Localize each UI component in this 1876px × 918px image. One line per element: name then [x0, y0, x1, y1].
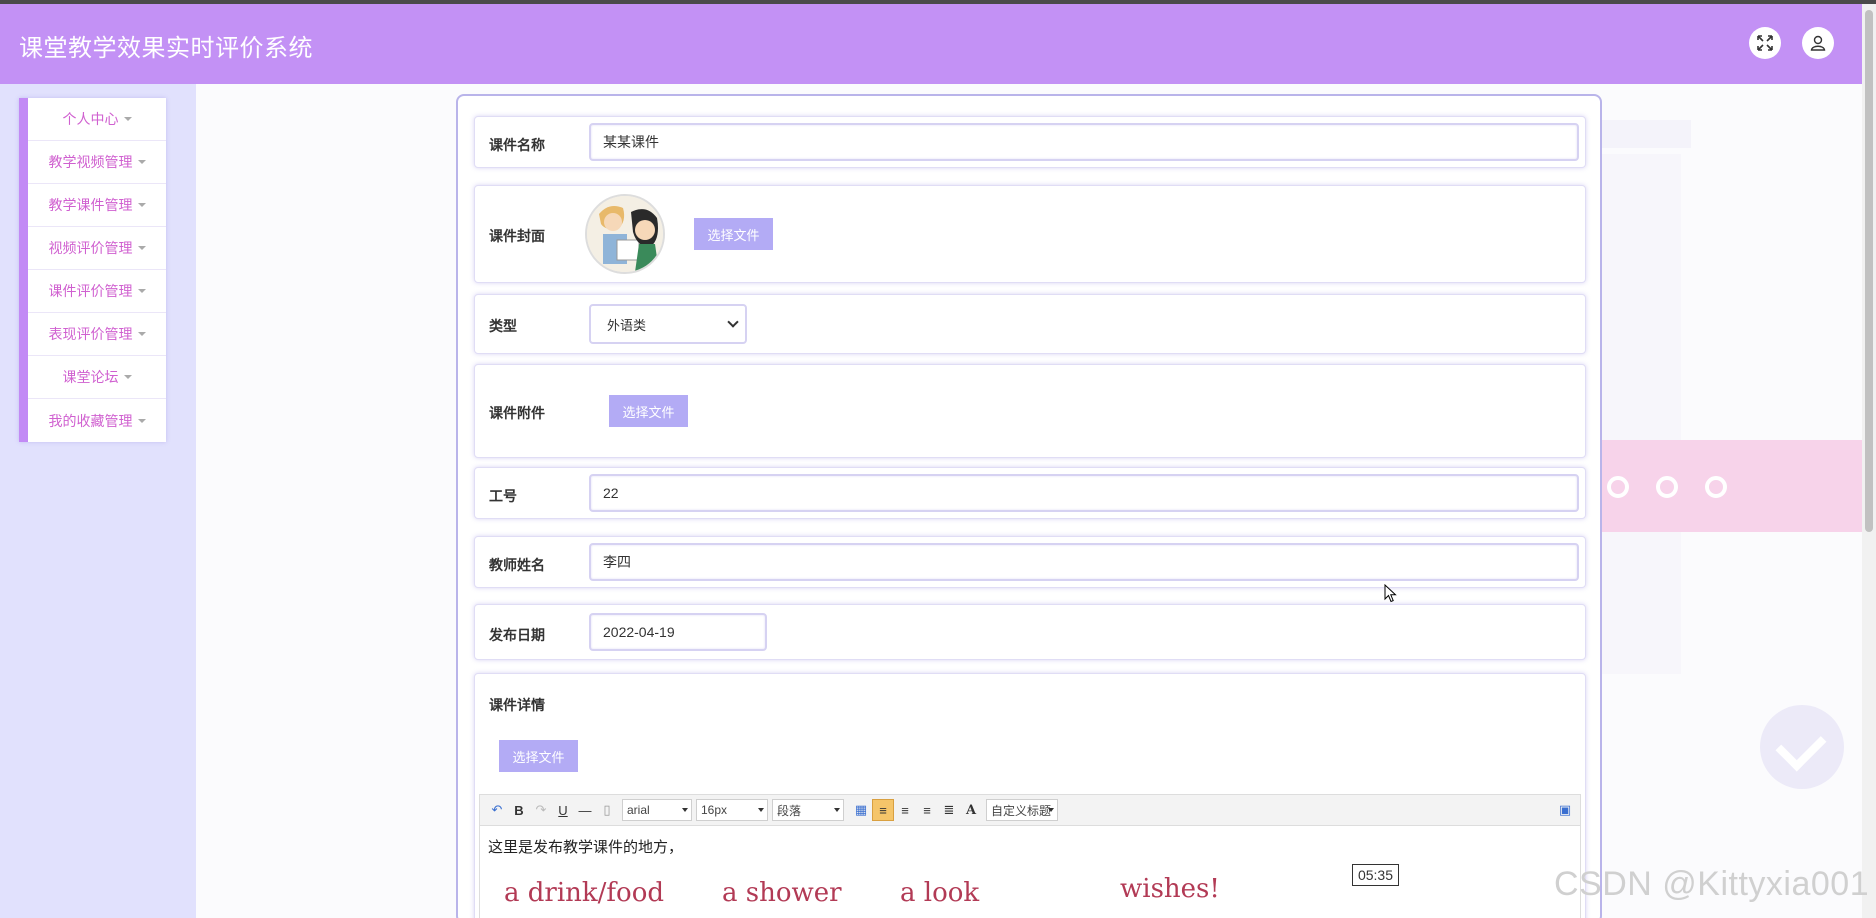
- details-label: 课件详情: [489, 697, 545, 713]
- courseware-name-label: 课件名称: [489, 137, 545, 153]
- carousel-dot: [1705, 476, 1727, 498]
- caret-down-icon: [123, 375, 132, 379]
- caret-down-icon: [137, 246, 146, 250]
- carousel-dot: [1656, 476, 1678, 498]
- sidebar-menu: 个人中心 教学视频管理 教学课件管理 视频评价管理 课件评价管理 表现评价管理 …: [19, 98, 166, 442]
- page-scrollbar[interactable]: [1862, 4, 1876, 918]
- job-number-label: 工号: [489, 488, 517, 504]
- details-choose-file-button[interactable]: 选择文件: [499, 740, 578, 772]
- rich-text-editor[interactable]: 这里是发布教学课件的地方， a drink/food a shower a lo…: [479, 826, 1581, 918]
- sidebar-item-favorites[interactable]: 我的收藏管理: [28, 399, 166, 442]
- blank-page-icon[interactable]: ▯: [596, 799, 618, 821]
- image-word: wishes!: [1120, 874, 1220, 904]
- sidebar-item-personal-center[interactable]: 个人中心: [28, 98, 166, 141]
- cover-choose-file-button[interactable]: 选择文件: [694, 218, 773, 250]
- image-word: a shower: [722, 878, 842, 908]
- align-right-icon[interactable]: ≡: [894, 799, 916, 821]
- image-word: a look: [900, 878, 980, 908]
- form-row-attachment: 课件附件 选择文件: [474, 364, 1586, 458]
- underline-icon[interactable]: U: [552, 799, 574, 821]
- rich-text-toolbar: ↶ B ↷ U — ▯ arial 16px 段落 ▦ ≡ ≡ ≡ ≣ A 自定…: [479, 794, 1581, 826]
- caret-down-icon: [137, 332, 146, 336]
- paragraph-select[interactable]: 段落: [772, 799, 844, 821]
- custom-title-select[interactable]: 自定义标题: [986, 799, 1058, 821]
- font-family-select[interactable]: arial: [622, 799, 692, 821]
- align-justify-icon[interactable]: ≣: [938, 799, 960, 821]
- caret-down-icon: [137, 289, 146, 293]
- chevron-down-icon: [834, 808, 840, 812]
- undo-icon[interactable]: ↶: [486, 799, 508, 821]
- form-row-teacher-name: 教师姓名 李四: [474, 536, 1586, 588]
- horizontal-rule-icon[interactable]: —: [574, 799, 596, 821]
- cover-label: 课件封面: [489, 228, 545, 244]
- chevron-down-icon: [758, 808, 764, 812]
- form-row-type: 类型 外语类: [474, 294, 1586, 354]
- caret-down-icon: [137, 418, 146, 423]
- sidebar-item-video-management[interactable]: 教学视频管理: [28, 141, 166, 184]
- user-icon: [1810, 35, 1826, 51]
- type-select[interactable]: 外语类: [589, 304, 747, 344]
- caret-down-icon: [123, 117, 132, 121]
- image-word: a drink/food: [504, 878, 664, 908]
- teacher-name-input[interactable]: 李四: [589, 543, 1579, 581]
- carousel-dot: [1607, 476, 1629, 498]
- editor-content-text: 这里是发布教学课件的地方，: [488, 839, 684, 856]
- form-row-job-number: 工号 22: [474, 467, 1586, 519]
- table-icon[interactable]: ▦: [850, 799, 872, 821]
- form-row-cover: 课件封面 选择文件: [474, 185, 1586, 283]
- fullscreen-editor-icon[interactable]: ▣: [1554, 799, 1576, 821]
- expand-icon: [1757, 35, 1773, 51]
- publish-date-label: 发布日期: [489, 627, 545, 643]
- courseware-form-panel: 课件名称 某某课件 课件封面 选择文件 类型 外语类 课件附件 选择文件 工号 …: [456, 94, 1602, 918]
- type-label: 类型: [489, 318, 517, 334]
- chevron-down-icon: [682, 808, 688, 812]
- form-row-name: 课件名称 某某课件: [474, 116, 1586, 168]
- fullscreen-button[interactable]: [1749, 27, 1781, 59]
- attachment-choose-file-button[interactable]: 选择文件: [609, 395, 688, 427]
- sidebar-item-forum[interactable]: 课堂论坛: [28, 356, 166, 399]
- form-row-publish-date: 发布日期 2022-04-19: [474, 604, 1586, 660]
- font-color-icon[interactable]: A: [960, 799, 982, 821]
- bold-icon[interactable]: B: [508, 799, 530, 821]
- align-left-icon[interactable]: ≡: [872, 799, 894, 821]
- cartoon-cover-image: [587, 196, 663, 272]
- caret-down-icon: [137, 203, 146, 207]
- attachment-label: 课件附件: [489, 405, 545, 421]
- font-size-select[interactable]: 16px: [696, 799, 768, 821]
- form-row-details: 课件详情 选择文件 ↶ B ↷ U — ▯ arial 16px 段落 ▦ ≡ …: [474, 673, 1586, 918]
- chevron-down-icon: [1048, 808, 1054, 812]
- chevron-down-icon: [727, 316, 739, 328]
- job-number-input[interactable]: 22: [589, 474, 1579, 512]
- csdn-watermark: CSDN @Kittyxia001: [1554, 865, 1870, 903]
- user-button[interactable]: [1802, 27, 1834, 59]
- sidebar-item-video-evaluation[interactable]: 视频评价管理: [28, 227, 166, 270]
- sidebar-item-courseware-management[interactable]: 教学课件管理: [28, 184, 166, 227]
- app-header: 课堂教学效果实时评价系统: [0, 4, 1862, 84]
- publish-date-input[interactable]: 2022-04-19: [589, 613, 767, 651]
- align-center-icon[interactable]: ≡: [916, 799, 938, 821]
- caret-down-icon: [137, 160, 146, 164]
- faded-check-icon: [1760, 705, 1844, 789]
- courseware-name-input[interactable]: 某某课件: [589, 123, 1579, 161]
- video-timer-tooltip: 05:35: [1352, 864, 1399, 886]
- teacher-name-label: 教师姓名: [489, 557, 545, 573]
- mouse-cursor-icon: [1384, 584, 1397, 603]
- cover-image: [585, 194, 665, 274]
- sidebar-item-performance-evaluation[interactable]: 表现评价管理: [28, 313, 166, 356]
- sidebar-item-courseware-evaluation[interactable]: 课件评价管理: [28, 270, 166, 313]
- redo-icon[interactable]: ↷: [530, 799, 552, 821]
- scrollbar-thumb[interactable]: [1865, 10, 1873, 532]
- app-title: 课堂教学效果实时评价系统: [19, 35, 313, 62]
